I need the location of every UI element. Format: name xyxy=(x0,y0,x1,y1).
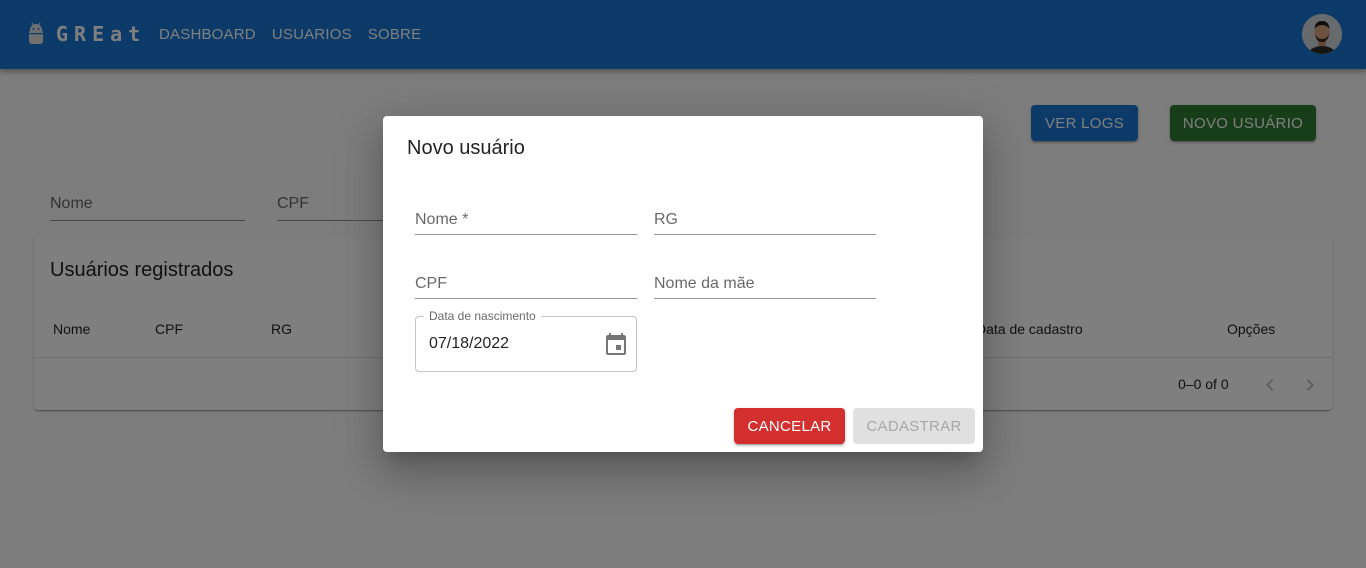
data-nascimento-field[interactable]: Data de nascimento 07/18/2022 xyxy=(415,309,637,372)
data-nascimento-value: 07/18/2022 xyxy=(429,335,510,352)
data-nascimento-label: Data de nascimento xyxy=(424,309,541,323)
nome-field[interactable]: Nome * xyxy=(415,207,637,235)
nome-field-label: Nome * xyxy=(415,211,469,228)
calendar-icon[interactable] xyxy=(604,332,628,356)
dialog-title: Novo usuário xyxy=(407,137,525,159)
nome-mae-field-label: Nome da mãe xyxy=(654,275,755,292)
nome-mae-field[interactable]: Nome da mãe xyxy=(654,271,876,299)
rg-field[interactable]: RG xyxy=(654,207,876,235)
novo-usuario-dialog: Novo usuário Nome * RG CPF Nome da mãe D… xyxy=(383,116,983,452)
cpf-field-label: CPF xyxy=(415,275,447,292)
cpf-field[interactable]: CPF xyxy=(415,271,637,299)
cancelar-button[interactable]: CANCELAR xyxy=(734,408,845,444)
rg-field-label: RG xyxy=(654,211,678,228)
cadastrar-button[interactable]: CADASTRAR xyxy=(853,408,975,444)
